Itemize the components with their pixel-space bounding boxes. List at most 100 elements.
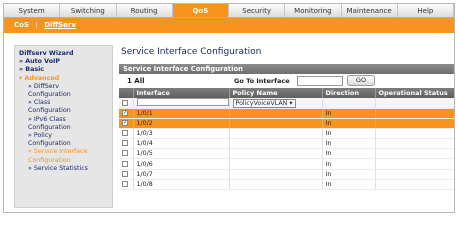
sidebar-item[interactable]: » Basic [19, 66, 112, 74]
row-checkbox-cell[interactable] [119, 128, 134, 140]
edit-row-status-cell [375, 98, 454, 109]
row-checkbox-cell[interactable]: ✓ [119, 118, 134, 130]
row-checkbox[interactable] [122, 180, 128, 187]
sidebar-item[interactable]: » IPv6 Class [19, 116, 112, 124]
operational-status-cell [375, 118, 454, 130]
interface-field[interactable] [136, 98, 229, 106]
service-interface-table: Interface Policy Name Direction Operatio… [119, 88, 454, 190]
column-header-operational-status[interactable]: Operational Status [375, 88, 454, 98]
direction-cell: In [322, 108, 376, 120]
sidebar-item-label: Configuration [28, 156, 71, 164]
sidebar-bullet-icon: » [28, 99, 32, 107]
go-button[interactable]: GO [347, 75, 375, 86]
table-row[interactable]: 1/0/8 In [119, 179, 454, 190]
tab-monitoring[interactable]: Monitoring [285, 4, 342, 17]
table-row[interactable]: 1/0/6 In [119, 158, 454, 170]
row-checkbox-cell[interactable] [119, 169, 134, 180]
policy-name-cell [229, 148, 323, 160]
interface-cell: 1/0/8 [133, 179, 230, 190]
sidebar-item[interactable]: Configuration [19, 124, 112, 132]
policy-name-cell [229, 108, 323, 120]
row-checkbox[interactable] [122, 140, 128, 147]
help-icon[interactable]: ? [452, 64, 454, 74]
interface-cell: 1/0/5 [133, 148, 230, 160]
table-row[interactable]: ✓ 1/0/2 In [119, 118, 454, 130]
edit-row-direction-cell [322, 98, 376, 109]
operational-status-cell [375, 148, 454, 160]
sidebar-bullet-icon: ▾ [19, 74, 23, 82]
sidebar-item[interactable]: Diffserv Wizard [19, 50, 112, 58]
tab-switching[interactable]: Switching [60, 4, 117, 17]
row-checkbox-cell[interactable] [119, 138, 134, 150]
tab-qos[interactable]: QoS [172, 4, 229, 17]
sidebar-item[interactable]: » Service Interface [19, 148, 112, 156]
row-checkbox-cell[interactable] [119, 148, 134, 160]
row-checkbox-cell[interactable] [119, 179, 134, 190]
edit-row: PolicyVoiceVLAN ▾ [119, 98, 454, 109]
sidebar-item[interactable]: Configuration [19, 140, 112, 148]
policy-name-select[interactable]: PolicyVoiceVLAN ▾ [232, 98, 296, 108]
sidebar-item[interactable]: » Class [19, 99, 112, 107]
table-row[interactable]: 1/0/3 In [119, 128, 454, 140]
sidebar-item[interactable]: Configuration [19, 107, 112, 115]
column-header-policy-name[interactable]: Policy Name [229, 88, 323, 98]
column-header-interface[interactable]: Interface [133, 88, 230, 98]
policy-select-value: PolicyVoiceVLAN [235, 99, 288, 107]
service-interface-panel: Service Interface Configuration ? 1 All … [119, 64, 454, 212]
sidebar-item[interactable]: » Policy [19, 132, 112, 140]
operational-status-cell [375, 138, 454, 150]
operational-status-cell [375, 128, 454, 140]
page-title: Service Interface Configuration [121, 47, 262, 57]
sidebar-item-label: DiffServ [33, 82, 59, 90]
select-column-header [119, 88, 134, 98]
direction-cell: In [322, 128, 376, 140]
sidebar-item-label: Configuration [28, 123, 71, 131]
row-checkbox[interactable]: ✓ [122, 110, 128, 117]
table-row[interactable]: 1/0/7 In [119, 169, 454, 180]
row-checkbox[interactable] [122, 160, 128, 167]
all-selector[interactable]: 1 All [127, 77, 145, 85]
sidebar-bullet-icon: » [28, 132, 32, 140]
row-checkbox-cell[interactable]: ✓ [119, 108, 134, 120]
row-checkbox[interactable] [122, 150, 128, 157]
sidebar-item-label: Service Interface [33, 148, 88, 156]
sidebar: Diffserv Wizard» Auto VoIP» Basic ▾ Advan… [14, 45, 113, 208]
sidebar-item[interactable]: » DiffServ [19, 83, 112, 91]
row-checkbox-cell[interactable] [119, 158, 134, 170]
edit-row-checkbox[interactable] [122, 99, 128, 106]
sidebar-item-label: Diffserv Wizard [19, 50, 74, 57]
policy-name-cell [229, 169, 323, 180]
sidebar-item[interactable]: Configuration [19, 157, 112, 165]
tab-security[interactable]: Security [229, 4, 286, 17]
interface-cell: 1/0/7 [133, 169, 230, 180]
sidebar-item[interactable]: ▾ Advanced [19, 75, 112, 83]
row-checkbox[interactable]: ✓ [122, 120, 128, 127]
row-checkbox[interactable] [122, 170, 128, 177]
sidebar-item-label: Basic [25, 66, 44, 74]
tab-help[interactable]: Help [398, 4, 454, 17]
subnav-diffserv[interactable]: DiffServ [44, 21, 76, 29]
sidebar-item-label: Configuration [28, 107, 71, 115]
tab-maintenance[interactable]: Maintenance [342, 4, 398, 17]
table-row[interactable]: ✓ 1/0/1 In [119, 108, 454, 120]
interface-cell: 1/0/3 [133, 128, 230, 140]
direction-cell: In [322, 169, 376, 180]
table-row[interactable]: 1/0/4 In [119, 138, 454, 150]
direction-cell: In [322, 138, 376, 150]
subnav-cos[interactable]: CoS [14, 21, 29, 29]
table-row[interactable]: 1/0/5 In [119, 148, 454, 160]
sidebar-item-label: Advanced [24, 74, 60, 82]
sidebar-item[interactable]: » Auto VoIP [19, 58, 112, 66]
sidebar-item[interactable]: Configuration [19, 91, 112, 99]
edit-row-interface-cell [133, 98, 230, 109]
subnav-separator: | [35, 21, 38, 29]
column-header-direction[interactable]: Direction [322, 88, 376, 98]
sidebar-bullet-icon: » [28, 115, 32, 123]
sidebar-item[interactable]: » Service Statistics [19, 165, 112, 173]
goto-interface-input[interactable] [297, 76, 343, 86]
edit-row-checkbox-cell[interactable] [119, 98, 134, 109]
tab-system[interactable]: System [4, 4, 61, 17]
row-checkbox[interactable] [122, 130, 128, 137]
policy-name-cell [229, 138, 323, 150]
tab-routing[interactable]: Routing [117, 4, 173, 17]
